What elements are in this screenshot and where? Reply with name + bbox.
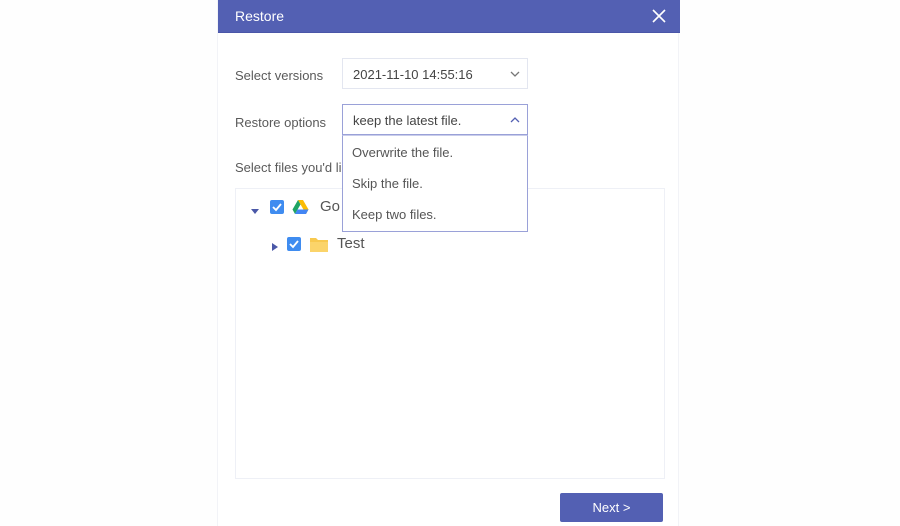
page: Restore Select versions 2021-11-10 14:55… xyxy=(0,0,900,526)
google-drive-icon xyxy=(292,199,309,215)
tree-node-label[interactable]: Go xyxy=(320,198,340,215)
dialog-title: Restore xyxy=(235,8,285,24)
close-icon[interactable] xyxy=(650,7,668,25)
dropdown-option-overwrite[interactable]: Overwrite the file. xyxy=(343,137,527,168)
caret-right-icon[interactable] xyxy=(270,239,280,251)
tree-node-test: Test xyxy=(236,234,664,256)
restore-options-select-value: keep the latest file. xyxy=(353,113,462,128)
dropdown-option-skip[interactable]: Skip the file. xyxy=(343,168,527,199)
restore-options-label: Restore options xyxy=(235,115,327,130)
folder-icon xyxy=(309,236,329,253)
restore-options-dropdown: Overwrite the file. Skip the file. Keep … xyxy=(342,135,528,232)
versions-select-value: 2021-11-10 14:55:16 xyxy=(353,67,473,82)
select-files-label: Select files you'd li xyxy=(235,160,342,175)
caret-down-icon[interactable] xyxy=(250,203,260,214)
dropdown-option-keep-two[interactable]: Keep two files. xyxy=(343,199,527,230)
versions-select[interactable]: 2021-11-10 14:55:16 xyxy=(342,58,528,89)
dialog-titlebar: Restore xyxy=(218,0,680,33)
chevron-down-icon xyxy=(509,68,521,80)
tree-node-label[interactable]: Test xyxy=(337,235,365,252)
restore-dialog: Restore Select versions 2021-11-10 14:55… xyxy=(217,0,680,526)
next-button[interactable]: Next > xyxy=(560,493,663,522)
checkbox-google-drive[interactable] xyxy=(270,200,284,214)
select-versions-label: Select versions xyxy=(235,68,324,83)
checkbox-test[interactable] xyxy=(287,237,301,251)
restore-options-select[interactable]: keep the latest file. xyxy=(342,104,528,135)
chevron-up-icon xyxy=(509,114,521,126)
